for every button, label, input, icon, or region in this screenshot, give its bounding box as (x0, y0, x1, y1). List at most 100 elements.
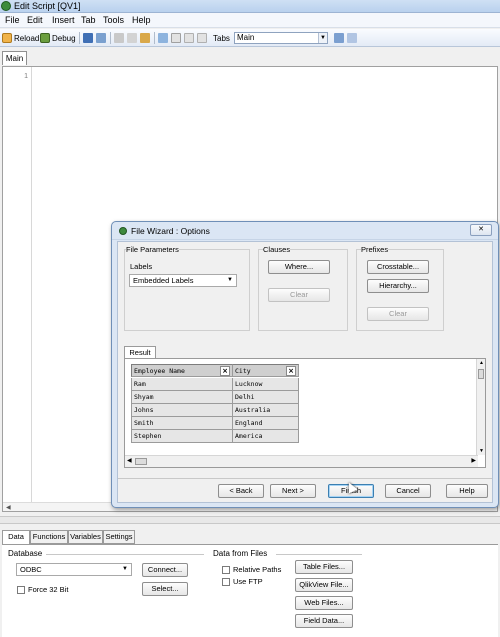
database-group-title: Database (8, 549, 43, 558)
scroll-thumb[interactable] (478, 369, 484, 379)
scroll-up-icon[interactable]: ▲ (479, 360, 484, 366)
dialog-body: File Parameters Labels Embedded Labels ▼… (117, 241, 493, 503)
editor-tab-strip: Main (0, 48, 500, 65)
relative-paths-label: Relative Paths (233, 565, 282, 574)
group-divider (46, 554, 204, 555)
next-button[interactable]: Next > (270, 484, 316, 498)
force-32-bit-label: Force 32 Bit (28, 585, 69, 594)
debug-icon (40, 33, 50, 43)
reload-label: Reload (14, 33, 40, 43)
column-header[interactable]: Employee Name × (131, 364, 233, 377)
select-button[interactable]: Select... (142, 582, 188, 596)
table-cell: Delhi (233, 391, 299, 404)
tabs-label: Tabs (213, 33, 230, 43)
web-files-button[interactable]: Web Files... (295, 596, 353, 610)
comment-icon[interactable] (334, 33, 344, 43)
debug-label: Debug (52, 33, 76, 43)
result-horizontal-scrollbar[interactable]: ◀ ▶ (125, 455, 478, 467)
copy-icon[interactable] (127, 33, 137, 43)
panel-splitter[interactable] (0, 516, 500, 524)
clauses-title: Clauses (263, 245, 291, 254)
table-cell: America (233, 430, 299, 443)
labels-select-value: Embedded Labels (133, 276, 194, 285)
tabs-dropdown-value: Main (237, 33, 255, 42)
use-ftp-checkbox[interactable] (222, 578, 230, 586)
database-select-value: ODBC (20, 565, 42, 574)
scroll-right-icon[interactable]: ▶ (471, 457, 476, 464)
dialog-title: File Wizard : Options (131, 226, 210, 236)
hierarchy-button[interactable]: Hierarchy... (367, 279, 429, 293)
tab-variables[interactable]: Variables (68, 530, 103, 544)
reload-button[interactable]: Reload (2, 32, 39, 44)
menu-tools[interactable]: Tools (103, 15, 124, 25)
clauses-clear-button[interactable]: Clear (268, 288, 330, 302)
connect-button[interactable]: Connect... (142, 563, 188, 577)
save-icon[interactable] (83, 33, 93, 43)
column-header-label: City (235, 367, 251, 375)
add-tab-icon[interactable] (171, 33, 181, 43)
demote-tab-icon[interactable] (197, 33, 207, 43)
database-select[interactable]: ODBC ▼ (16, 563, 132, 576)
back-button[interactable]: < Back (218, 484, 264, 498)
where-button[interactable]: Where... (268, 260, 330, 274)
dialog-divider (118, 478, 492, 479)
promote-tab-icon[interactable] (184, 33, 194, 43)
tab-main[interactable]: Main (2, 51, 27, 65)
tab-settings[interactable]: Settings (103, 530, 135, 544)
debug-button[interactable]: Debug (40, 32, 76, 44)
result-panel: Employee Name × City × Ram Lucknow Shyam… (124, 358, 486, 468)
menu-file[interactable]: File (5, 15, 20, 25)
app-icon (1, 1, 11, 11)
menu-insert[interactable]: Insert (52, 15, 75, 25)
result-vertical-scrollbar[interactable]: ▲ ▼ (476, 359, 485, 455)
paste-icon[interactable] (140, 33, 150, 43)
relative-paths-checkbox[interactable] (222, 566, 230, 574)
reload-icon (2, 33, 12, 43)
close-icon[interactable]: × (220, 366, 230, 376)
window-titlebar: Edit Script [QV1] (0, 0, 500, 13)
help-button[interactable]: Help (446, 484, 488, 498)
menu-edit[interactable]: Edit (27, 15, 43, 25)
crosstable-button[interactable]: Crosstable... (367, 260, 429, 274)
close-icon[interactable]: × (286, 366, 296, 376)
qlikview-file-button[interactable]: QlikView File... (295, 578, 353, 592)
toolbar-separator (110, 32, 111, 44)
field-data-button[interactable]: Field Data... (295, 614, 353, 628)
table-cell: Lucknow (233, 378, 299, 391)
dialog-titlebar[interactable]: File Wizard : Options ✕ (112, 222, 498, 240)
table-files-button[interactable]: Table Files... (295, 560, 353, 574)
file-wizard-dialog: File Wizard : Options ✕ File Parameters … (111, 221, 499, 508)
scroll-left-icon[interactable]: ◀ (6, 504, 11, 511)
scroll-left-icon[interactable]: ◀ (127, 457, 132, 464)
column-header-label: Employee Name (134, 367, 185, 375)
toolbar-separator (79, 32, 80, 44)
tab-data[interactable]: Data (2, 530, 30, 545)
tab-functions[interactable]: Functions (30, 530, 68, 544)
menu-tab[interactable]: Tab (81, 15, 96, 25)
uncomment-icon[interactable] (347, 33, 357, 43)
window-title: Edit Script [QV1] (14, 1, 81, 11)
table-cell: Stephen (131, 430, 233, 443)
labels-label: Labels (130, 262, 153, 271)
close-button[interactable]: ✕ (470, 224, 492, 236)
scroll-down-icon[interactable]: ▼ (479, 448, 484, 454)
menu-help[interactable]: Help (132, 15, 151, 25)
force-32-bit-checkbox[interactable] (17, 586, 25, 594)
print-icon[interactable] (96, 33, 106, 43)
labels-select[interactable]: Embedded Labels ▼ (129, 274, 237, 287)
chevron-down-icon: ▼ (318, 33, 327, 43)
toolbar: Reload Debug Tabs Main ▼ (0, 29, 500, 47)
bottom-panel: Database ODBC ▼ Connect... Force 32 Bit … (2, 544, 498, 637)
table-cell: Smith (131, 417, 233, 430)
column-header[interactable]: City × (233, 364, 299, 377)
scroll-thumb[interactable] (135, 458, 147, 465)
cancel-button[interactable]: Cancel (385, 484, 431, 498)
find-icon[interactable] (158, 33, 168, 43)
data-from-files-title: Data from Files (213, 549, 268, 558)
table-cell: England (233, 417, 299, 430)
prefixes-clear-button[interactable]: Clear (367, 307, 429, 321)
chevron-down-icon: ▼ (227, 277, 233, 283)
table-cell: Shyam (131, 391, 233, 404)
tabs-dropdown[interactable]: Main ▼ (234, 32, 328, 44)
cut-icon[interactable] (114, 33, 124, 43)
